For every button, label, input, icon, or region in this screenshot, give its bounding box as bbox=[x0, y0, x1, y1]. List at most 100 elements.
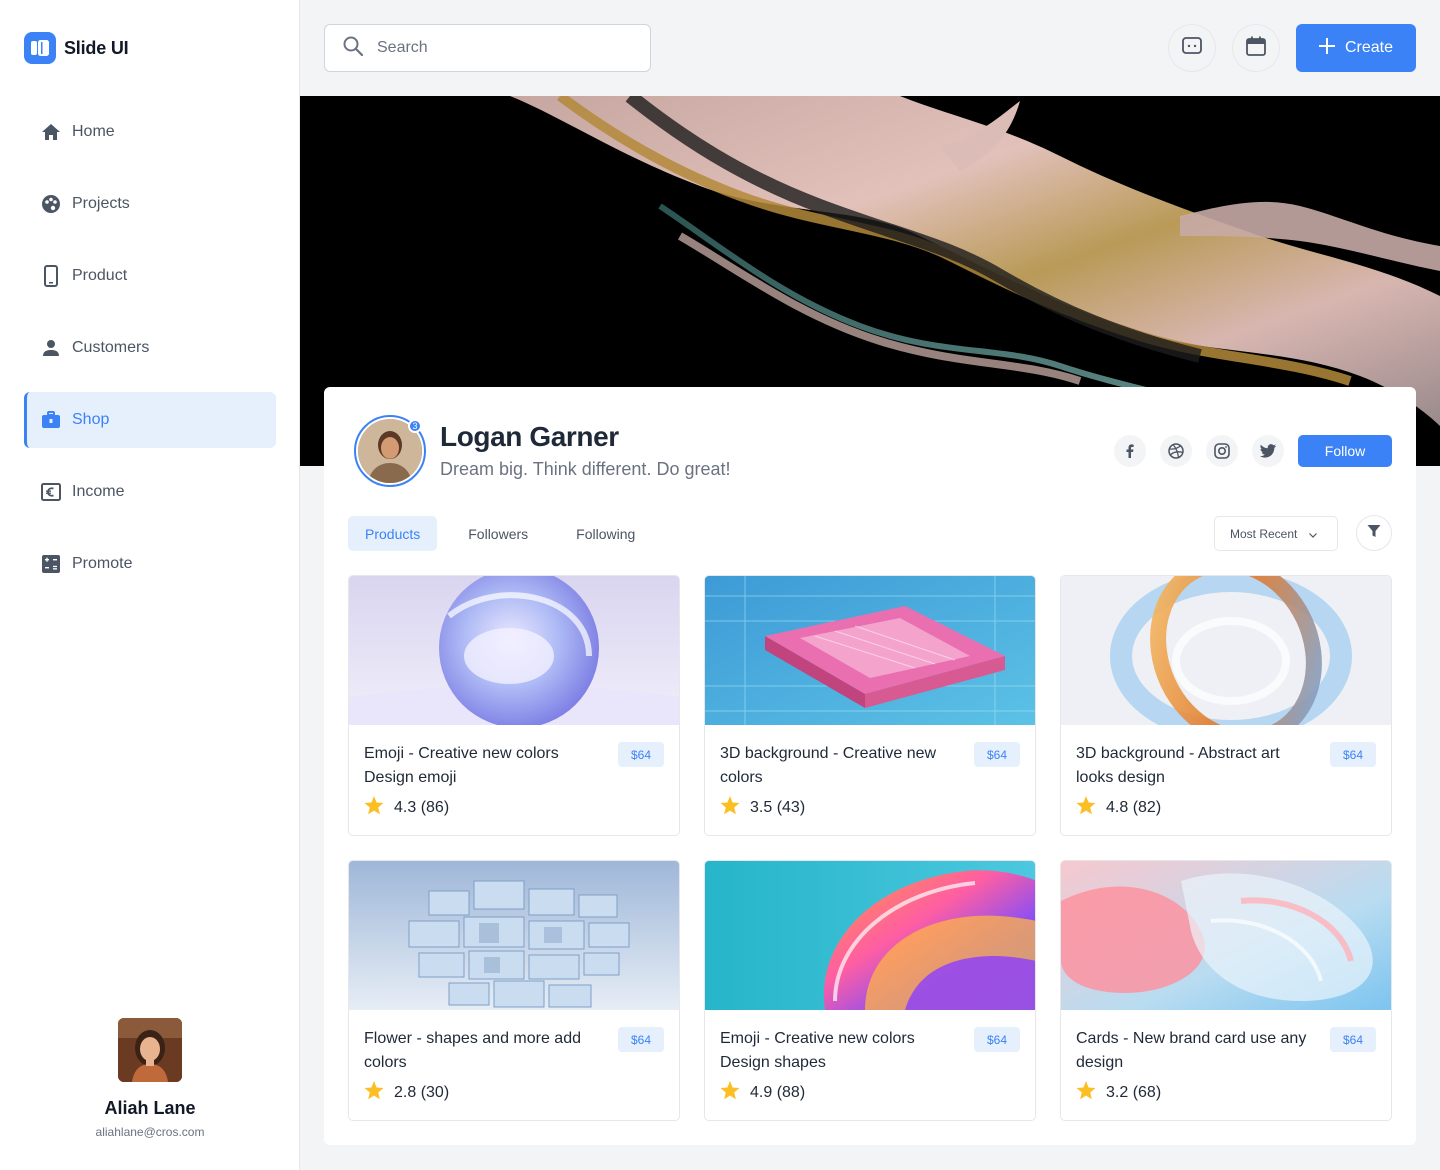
product-thumbnail bbox=[1061, 576, 1391, 725]
profile-card: 3 Logan Garner Dream big. Think differen… bbox=[324, 387, 1416, 1145]
messages-button[interactable] bbox=[1168, 24, 1216, 72]
tab-followers[interactable]: Followers bbox=[451, 516, 545, 551]
sidebar-item-income[interactable]: Income bbox=[24, 464, 276, 520]
briefcase-icon bbox=[40, 409, 62, 431]
create-button[interactable]: Create bbox=[1296, 24, 1416, 72]
product-rating: 4.9 (88) bbox=[720, 1081, 805, 1105]
twitter-icon[interactable] bbox=[1252, 435, 1284, 467]
product-title: Flower - shapes and more add colors bbox=[364, 1030, 581, 1071]
product-card[interactable]: Emoji - Creative new colors Design shape… bbox=[704, 860, 1036, 1121]
rating-value: 3.5 (43) bbox=[750, 799, 806, 816]
sidebar-item-label: Projects bbox=[72, 195, 130, 212]
product-grid: Emoji - Creative new colors Design emoji… bbox=[348, 575, 1392, 1121]
price-badge: $64 bbox=[617, 1027, 664, 1052]
sidebar-item-projects[interactable]: Projects bbox=[24, 176, 276, 232]
star-icon bbox=[1076, 1081, 1096, 1105]
sidebar-item-label: Promote bbox=[72, 555, 133, 572]
product-rating: 3.2 (68) bbox=[1076, 1081, 1161, 1105]
plus-icon bbox=[1318, 37, 1335, 59]
product-rating: 2.8 (30) bbox=[364, 1081, 449, 1105]
profile-name: Logan Garner bbox=[440, 421, 619, 452]
product-thumbnail bbox=[705, 576, 1035, 725]
sidebar: Slide UI Home Projects Product Customers bbox=[0, 0, 300, 1170]
product-rating: 4.8 (82) bbox=[1076, 796, 1161, 820]
dribbble-icon[interactable] bbox=[1160, 435, 1192, 467]
search-icon bbox=[343, 36, 364, 61]
sidebar-nav: Home Projects Product Customers Shop Inc… bbox=[24, 104, 276, 608]
price-badge: $64 bbox=[617, 742, 664, 767]
product-card[interactable]: Flower - shapes and more add colors $64 … bbox=[348, 860, 680, 1121]
sidebar-item-label: Customers bbox=[72, 339, 150, 356]
star-icon bbox=[364, 796, 384, 820]
star-icon bbox=[720, 1081, 740, 1105]
sidebar-item-label: Shop bbox=[72, 411, 110, 428]
euro-icon bbox=[40, 481, 62, 503]
phone-icon bbox=[40, 265, 62, 287]
sort-dropdown[interactable]: Most Recent bbox=[1214, 516, 1338, 551]
user-email: aliahlane@cros.com bbox=[95, 1125, 205, 1139]
facebook-icon[interactable] bbox=[1114, 435, 1146, 467]
rating-value: 4.8 (82) bbox=[1106, 799, 1162, 816]
calendar-icon bbox=[1246, 36, 1266, 61]
rating-value: 3.2 (68) bbox=[1106, 1084, 1162, 1101]
sidebar-item-shop[interactable]: Shop bbox=[24, 392, 276, 448]
chevron-down-icon bbox=[1309, 527, 1318, 541]
brand[interactable]: Slide UI bbox=[24, 32, 129, 64]
calculator-icon bbox=[40, 553, 62, 575]
product-thumbnail bbox=[1061, 861, 1391, 1010]
brand-name: Slide UI bbox=[64, 37, 129, 58]
product-thumbnail bbox=[705, 861, 1035, 1010]
product-title: Emoji - Creative new colors Design emoji bbox=[364, 745, 559, 786]
product-thumbnail bbox=[349, 576, 679, 725]
product-card[interactable]: 3D background - Creative new colors $64 … bbox=[704, 575, 1036, 836]
home-icon bbox=[40, 121, 62, 143]
sidebar-item-label: Product bbox=[72, 267, 128, 284]
follow-button[interactable]: Follow bbox=[1298, 435, 1392, 467]
filter-button[interactable] bbox=[1356, 515, 1392, 551]
price-badge: $64 bbox=[1329, 1027, 1376, 1052]
product-title: 3D background - Creative new colors bbox=[720, 745, 937, 786]
sidebar-item-label: Income bbox=[72, 483, 125, 500]
topbar: Create bbox=[300, 0, 1440, 96]
search-input[interactable] bbox=[377, 39, 617, 57]
product-rating: 3.5 (43) bbox=[720, 796, 805, 820]
sidebar-item-customers[interactable]: Customers bbox=[24, 320, 276, 376]
sidebar-item-home[interactable]: Home bbox=[24, 104, 276, 160]
chat-icon bbox=[1182, 36, 1202, 60]
product-card[interactable]: 3D background - Abstract art looks desig… bbox=[1060, 575, 1392, 836]
sidebar-item-promote[interactable]: Promote bbox=[24, 536, 276, 592]
brand-logo-icon bbox=[24, 32, 56, 64]
calendar-button[interactable] bbox=[1232, 24, 1280, 72]
create-label: Create bbox=[1344, 39, 1394, 56]
price-badge: $64 bbox=[973, 1027, 1020, 1052]
profile-tabs: Products Followers Following bbox=[348, 516, 666, 551]
tab-products[interactable]: Products bbox=[348, 516, 438, 551]
product-title: Emoji - Creative new colors Design shape… bbox=[720, 1030, 915, 1071]
price-badge: $64 bbox=[973, 742, 1020, 767]
social-links bbox=[1114, 435, 1284, 467]
rating-value: 4.3 (86) bbox=[394, 799, 450, 816]
sidebar-item-product[interactable]: Product bbox=[24, 248, 276, 304]
rating-value: 2.8 (30) bbox=[394, 1084, 450, 1101]
star-icon bbox=[364, 1081, 384, 1105]
tab-following[interactable]: Following bbox=[559, 516, 652, 551]
person-icon bbox=[40, 337, 62, 359]
star-icon bbox=[1076, 796, 1096, 820]
profile-tagline: Dream big. Think different. Do great! bbox=[440, 459, 731, 479]
product-card[interactable]: Emoji - Creative new colors Design emoji… bbox=[348, 575, 680, 836]
product-title: 3D background - Abstract art looks desig… bbox=[1076, 745, 1280, 786]
sidebar-item-label: Home bbox=[72, 123, 115, 140]
sort-label: Most Recent bbox=[1230, 526, 1298, 541]
filter-icon bbox=[1367, 524, 1381, 543]
product-rating: 4.3 (86) bbox=[364, 796, 449, 820]
product-thumbnail bbox=[349, 861, 679, 1010]
avatar bbox=[118, 1018, 182, 1082]
profile-avatar[interactable]: 3 bbox=[354, 415, 426, 487]
instagram-icon[interactable] bbox=[1206, 435, 1238, 467]
palette-icon bbox=[40, 193, 62, 215]
notification-badge: 3 bbox=[408, 419, 422, 433]
product-card[interactable]: Cards - New brand card use any design $6… bbox=[1060, 860, 1392, 1121]
user-profile[interactable]: Aliah Lane aliahlane@cros.com bbox=[0, 1018, 300, 1139]
product-title: Cards - New brand card use any design bbox=[1076, 1030, 1307, 1071]
search-box[interactable] bbox=[324, 24, 651, 72]
